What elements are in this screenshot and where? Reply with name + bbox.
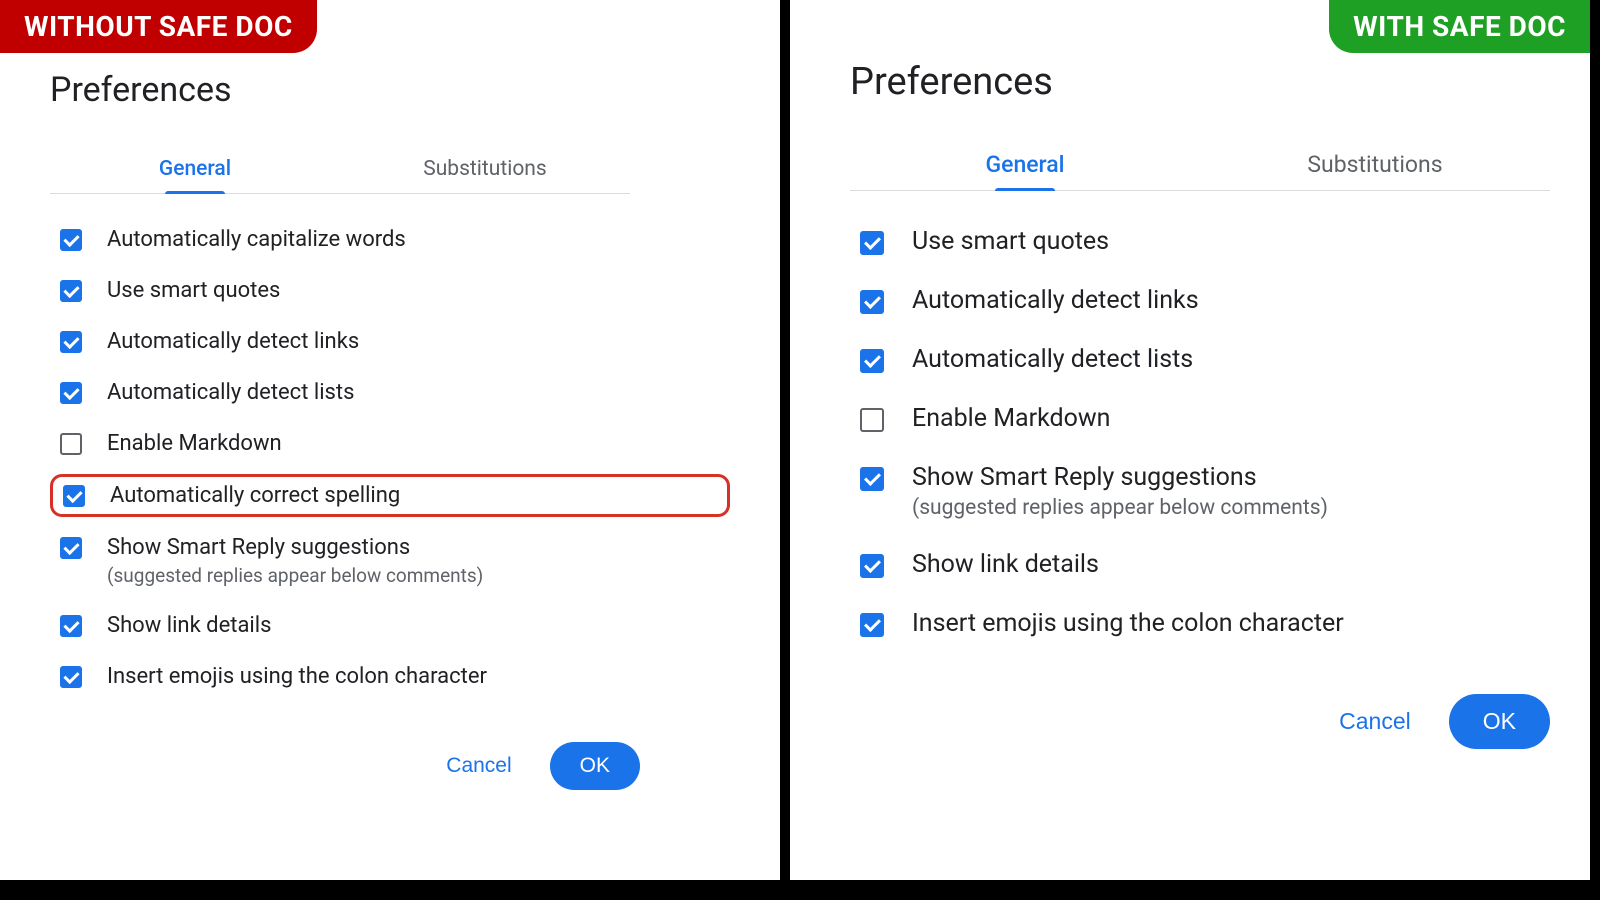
checkbox[interactable] xyxy=(860,349,884,373)
option-text: Insert emojis using the colon character xyxy=(107,664,720,689)
option-text: Automatically detect lists xyxy=(912,345,1535,374)
option-row: Automatically detect links xyxy=(850,280,1545,321)
option-label: Use smart quotes xyxy=(107,278,720,303)
option-row: Show link details xyxy=(850,544,1545,585)
tab-substitutions[interactable]: Substitutions xyxy=(340,145,630,193)
option-text: Insert emojis using the colon character xyxy=(912,609,1535,638)
option-label: Automatically detect lists xyxy=(107,380,720,405)
ok-button[interactable]: OK xyxy=(1449,694,1550,749)
option-row: Automatically detect links xyxy=(50,321,730,362)
checkbox[interactable] xyxy=(860,408,884,432)
preferences-dialog-left: Preferences General Substitutions Automa… xyxy=(0,0,780,830)
option-row: Show Smart Reply suggestions (suggested r… xyxy=(850,457,1545,526)
panel-without-safe-doc: WITHOUT SAFE DOC Preferences General Sub… xyxy=(0,0,790,900)
option-row: Automatically correct spelling xyxy=(50,474,730,517)
options-list: Automatically capitalize words Use smart … xyxy=(50,219,730,697)
option-row: Use smart quotes xyxy=(850,221,1545,262)
option-text: Show Smart Reply suggestions (suggested r… xyxy=(107,535,720,587)
bottom-bar xyxy=(0,880,1600,900)
ok-button[interactable]: OK xyxy=(550,742,640,790)
option-text: Automatically capitalize words xyxy=(107,227,720,252)
option-text: Show link details xyxy=(107,613,720,638)
option-text: Automatically correct spelling xyxy=(110,483,717,508)
cancel-button[interactable]: Cancel xyxy=(1325,698,1425,745)
option-label: Show link details xyxy=(912,550,1535,579)
tab-general[interactable]: General xyxy=(50,145,340,193)
option-text: Show link details xyxy=(912,550,1535,579)
option-text: Automatically detect lists xyxy=(107,380,720,405)
option-label: Show Smart Reply suggestions xyxy=(912,463,1535,492)
tabs: General Substitutions xyxy=(850,139,1550,191)
preferences-dialog-right: Preferences General Substitutions Use sm… xyxy=(790,0,1590,789)
option-row: Enable Markdown xyxy=(50,423,730,464)
checkbox[interactable] xyxy=(63,485,85,507)
option-row: Use smart quotes xyxy=(50,270,730,311)
option-label: Show Smart Reply suggestions xyxy=(107,535,720,560)
checkbox[interactable] xyxy=(60,382,82,404)
badge-with-safe-doc: WITH SAFE DOC xyxy=(1329,0,1590,53)
options-list: Use smart quotes Automatically detect lin… xyxy=(850,221,1545,644)
option-text: Enable Markdown xyxy=(107,431,720,456)
dialog-buttons: Cancel OK xyxy=(50,742,640,790)
option-label: Enable Markdown xyxy=(912,404,1535,433)
option-row: Insert emojis using the colon character xyxy=(50,656,730,697)
tabs: General Substitutions xyxy=(50,145,630,194)
option-label: Automatically detect links xyxy=(107,329,720,354)
checkbox[interactable] xyxy=(60,433,82,455)
dialog-title: Preferences xyxy=(850,60,1545,104)
option-label: Automatically detect links xyxy=(912,286,1535,315)
option-row: Automatically capitalize words xyxy=(50,219,730,260)
option-row: Show link details xyxy=(50,605,730,646)
option-text: Automatically detect links xyxy=(107,329,720,354)
tab-substitutions[interactable]: Substitutions xyxy=(1200,139,1550,190)
panel-with-safe-doc: WITH SAFE DOC Preferences General Substi… xyxy=(790,0,1590,900)
checkbox[interactable] xyxy=(60,666,82,688)
option-row: Show Smart Reply suggestions (suggested r… xyxy=(50,527,730,595)
option-label: Use smart quotes xyxy=(912,227,1535,256)
option-label: Automatically correct spelling xyxy=(110,483,717,508)
option-label: Insert emojis using the colon character xyxy=(912,609,1535,638)
checkbox[interactable] xyxy=(60,615,82,637)
tab-general[interactable]: General xyxy=(850,139,1200,190)
checkbox[interactable] xyxy=(60,331,82,353)
checkbox[interactable] xyxy=(860,554,884,578)
option-text: Use smart quotes xyxy=(107,278,720,303)
option-sublabel: (suggested replies appear below comments… xyxy=(912,496,1535,520)
option-label: Automatically capitalize words xyxy=(107,227,720,252)
option-sublabel: (suggested replies appear below comments… xyxy=(107,564,720,587)
option-text: Automatically detect links xyxy=(912,286,1535,315)
option-label: Insert emojis using the colon character xyxy=(107,664,720,689)
option-row: Automatically detect lists xyxy=(850,339,1545,380)
cancel-button[interactable]: Cancel xyxy=(432,744,525,788)
dialog-title: Preferences xyxy=(50,70,730,110)
checkbox[interactable] xyxy=(860,613,884,637)
checkbox[interactable] xyxy=(860,231,884,255)
option-label: Enable Markdown xyxy=(107,431,720,456)
option-label: Show link details xyxy=(107,613,720,638)
option-text: Enable Markdown xyxy=(912,404,1535,433)
checkbox[interactable] xyxy=(60,280,82,302)
option-label: Automatically detect lists xyxy=(912,345,1535,374)
option-text: Use smart quotes xyxy=(912,227,1535,256)
option-row: Insert emojis using the colon character xyxy=(850,603,1545,644)
checkbox[interactable] xyxy=(60,229,82,251)
dialog-buttons: Cancel OK xyxy=(850,694,1550,749)
option-row: Enable Markdown xyxy=(850,398,1545,439)
checkbox[interactable] xyxy=(60,537,82,559)
checkbox[interactable] xyxy=(860,467,884,491)
badge-without-safe-doc: WITHOUT SAFE DOC xyxy=(0,0,317,53)
option-text: Show Smart Reply suggestions (suggested r… xyxy=(912,463,1535,520)
checkbox[interactable] xyxy=(860,290,884,314)
option-row: Automatically detect lists xyxy=(50,372,730,413)
